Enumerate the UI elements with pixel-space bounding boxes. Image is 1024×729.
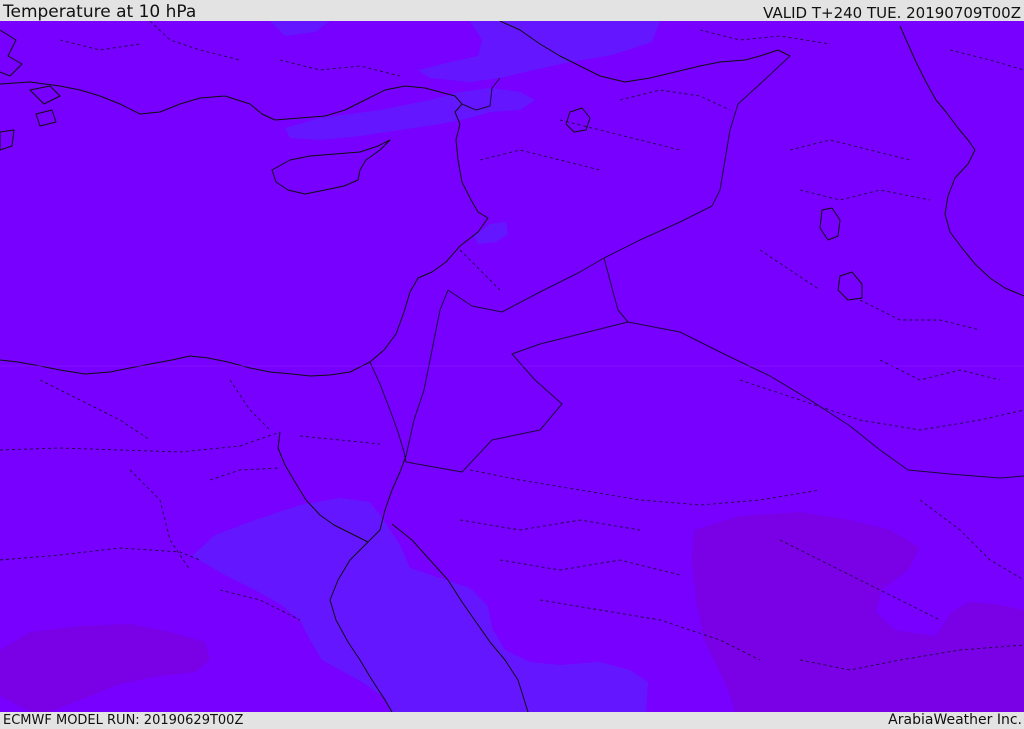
temperature-map[interactable]: [0, 21, 1024, 712]
map-title: Temperature at 10 hPa: [3, 2, 197, 22]
credit-label: ArabiaWeather Inc.: [888, 712, 1022, 728]
model-run-label: ECMWF MODEL RUN: 20190629T00Z: [3, 713, 244, 728]
header-bar: Temperature at 10 hPa VALID T+240 TUE. 2…: [0, 0, 1024, 21]
footer-bar: ECMWF MODEL RUN: 20190629T00Z ArabiaWeat…: [0, 712, 1024, 729]
valid-time: VALID T+240 TUE. 20190709T00Z: [763, 4, 1021, 22]
